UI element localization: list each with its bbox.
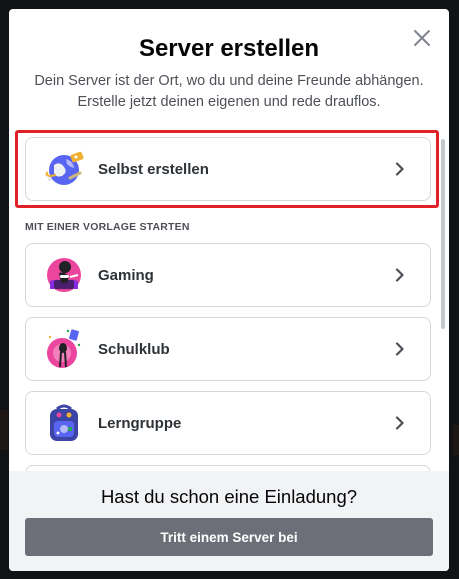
subtitle-line-1: Dein Server ist der Ort, wo du und deine… xyxy=(34,73,424,89)
gaming-icon xyxy=(47,258,81,292)
footer-title: Hast du schon eine Einladung? xyxy=(100,486,358,507)
create-server-modal: Server erstellen Dein Server ist der Ort… xyxy=(9,9,449,571)
template-option-study-group[interactable]: Lerngruppe xyxy=(25,391,431,455)
create-own-label: Selbst erstellen xyxy=(98,160,209,178)
create-own-option[interactable]: Selbst erstellen xyxy=(25,137,431,201)
join-server-button[interactable]: Tritt einem Server bei xyxy=(25,518,433,556)
modal-subtitle: Dein Server ist der Ort, wo du und deine… xyxy=(29,71,429,113)
globe-icon xyxy=(45,151,84,185)
template-label-study-group: Lerngruppe xyxy=(98,414,182,432)
backdrop-left-hint xyxy=(0,410,8,450)
template-option-school-club[interactable]: Schulklub xyxy=(25,317,431,381)
subtitle-line-2: Erstelle jetzt deinen eigenen und rede d… xyxy=(77,94,381,110)
modal-footer: Hast du schon eine Einladung? Tritt eine… xyxy=(9,471,449,571)
chevron-right-icon xyxy=(388,157,412,181)
school-club-icon xyxy=(47,329,81,368)
backdrop-right-hint xyxy=(453,425,459,455)
chevron-right-icon xyxy=(388,263,412,287)
template-label-school-club: Schulklub xyxy=(98,340,170,358)
chevron-right-icon xyxy=(388,337,412,361)
study-group-icon xyxy=(50,404,78,441)
template-section-header: MIT EINER VORLAGE STARTEN xyxy=(25,221,190,233)
chevron-right-icon xyxy=(388,411,412,435)
template-label-gaming: Gaming xyxy=(98,266,154,284)
modal-title: Server erstellen xyxy=(138,35,320,62)
template-option-gaming[interactable]: Gaming xyxy=(25,243,431,307)
scrollbar-thumb[interactable] xyxy=(441,139,445,329)
